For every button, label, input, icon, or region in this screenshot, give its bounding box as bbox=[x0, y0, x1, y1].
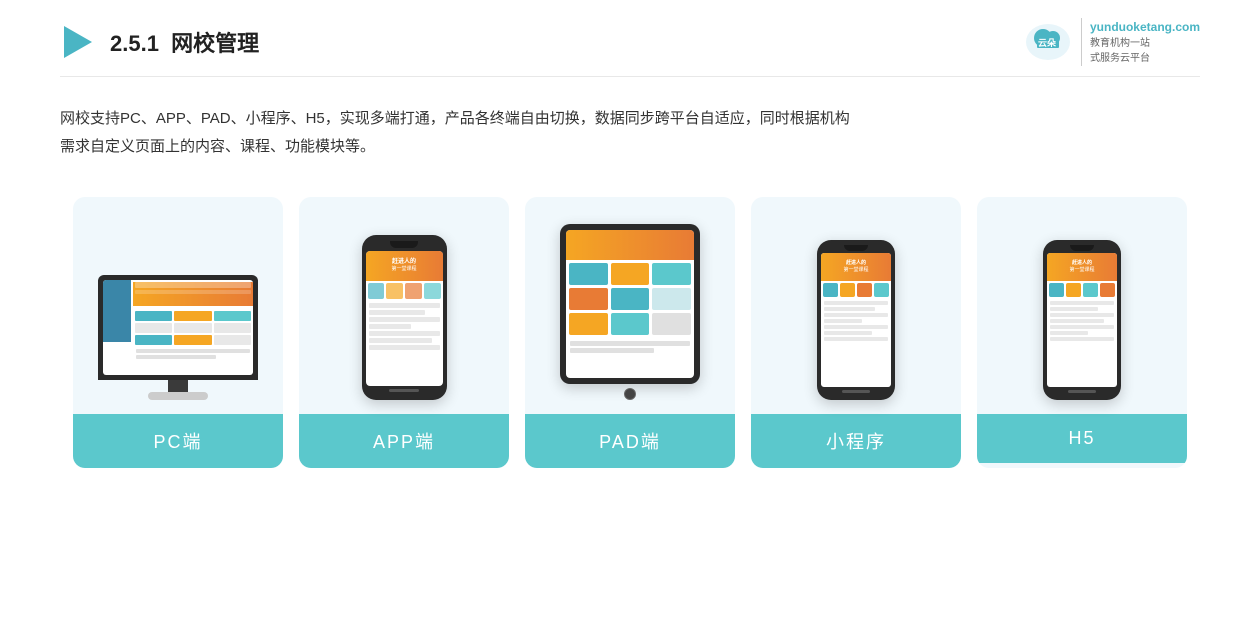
card-pad: PAD端 bbox=[525, 197, 735, 468]
desc-line1: 网校支持PC、APP、PAD、小程序、H5，实现多端打通，产品各终端自由切换，数… bbox=[60, 105, 1200, 133]
logo-tagline: 教育机构一站 式服务云平台 bbox=[1090, 36, 1200, 66]
device-mini: 赶进人的 第一堂课程 bbox=[765, 215, 947, 400]
play-icon bbox=[60, 24, 96, 60]
card-pc: PC端 bbox=[73, 197, 283, 468]
page-title: 2.5.1 网校管理 bbox=[110, 26, 259, 58]
header-left: 2.5.1 网校管理 bbox=[60, 24, 259, 60]
desc-line2: 需求自定义页面上的内容、课程、功能模块等。 bbox=[60, 133, 1200, 161]
card-mini: 赶进人的 第一堂课程 bbox=[751, 197, 961, 468]
card-label-pc: PC端 bbox=[73, 414, 283, 468]
svg-text:云朵: 云朵 bbox=[1038, 38, 1057, 48]
card-label-mini: 小程序 bbox=[751, 414, 961, 468]
pc-monitor bbox=[98, 275, 258, 400]
header: 2.5.1 网校管理 云朵 yunduoketan bbox=[60, 0, 1200, 77]
card-label-app: APP端 bbox=[299, 414, 509, 468]
cards-section: PC端 赶进人的 第一堂课程 bbox=[60, 197, 1200, 468]
device-h5: 赶进人的 第一堂课程 bbox=[991, 215, 1173, 400]
phone-h5: 赶进人的 第一堂课程 bbox=[1043, 240, 1121, 400]
card-app: 赶进人的 第一堂课程 bbox=[299, 197, 509, 468]
card-h5: 赶进人的 第一堂课程 bbox=[977, 197, 1187, 468]
device-pad bbox=[539, 215, 721, 400]
logo-url: yunduoketang.com bbox=[1090, 18, 1200, 36]
section-number: 2.5.1 bbox=[110, 31, 159, 56]
device-app: 赶进人的 第一堂课程 bbox=[313, 215, 495, 400]
description: 网校支持PC、APP、PAD、小程序、H5，实现多端打通，产品各终端自由切换，数… bbox=[60, 105, 1200, 161]
page-wrapper: 2.5.1 网校管理 云朵 yunduoketan bbox=[0, 0, 1260, 630]
tablet-pad bbox=[560, 224, 700, 400]
card-label-pad: PAD端 bbox=[525, 414, 735, 468]
card-label-h5: H5 bbox=[977, 414, 1187, 463]
logo-text: yunduoketang.com 教育机构一站 式服务云平台 bbox=[1081, 18, 1200, 66]
phone-app: 赶进人的 第一堂课程 bbox=[362, 235, 447, 400]
title-text: 网校管理 bbox=[171, 31, 259, 56]
logo-svg: 云朵 bbox=[1023, 20, 1073, 64]
logo-cloud-icon: 云朵 bbox=[1023, 20, 1073, 64]
device-pc bbox=[87, 215, 269, 400]
logo-area: 云朵 yunduoketang.com 教育机构一站 式服务云平台 bbox=[1023, 18, 1200, 66]
phone-mini: 赶进人的 第一堂课程 bbox=[817, 240, 895, 400]
